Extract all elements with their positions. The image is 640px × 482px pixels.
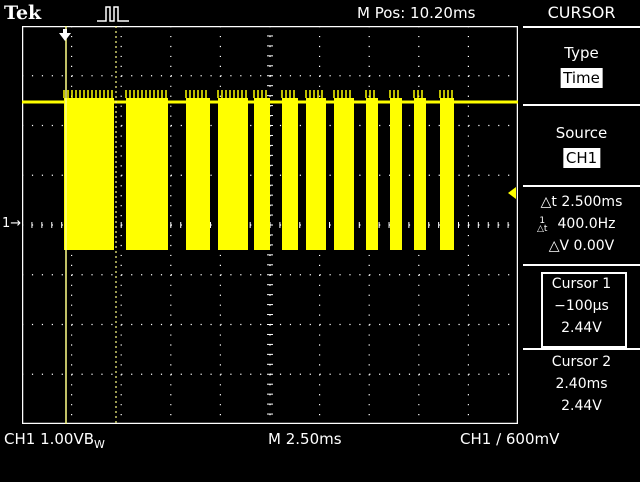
waveform-burst (390, 98, 402, 250)
trigger-position-marker (59, 29, 71, 41)
waveform-burst (218, 98, 248, 250)
timebase-readout: M 2.50ms (268, 430, 342, 448)
graticule (22, 26, 518, 424)
cursor1-voltage: 2.44V (561, 320, 602, 336)
oscilloscope-screen: Tek M Pos: 10.20ms CURSOR 1→ Type Time S… (0, 0, 640, 482)
type-value-button[interactable]: Time (560, 68, 603, 88)
waveform-burst (440, 98, 454, 250)
cursor-menu: Type Time Source CH1 △t 2.500ms 1 △t 400.… (523, 26, 640, 424)
cursor2-label[interactable]: Cursor 2 (523, 354, 640, 370)
menu-separator (523, 348, 640, 350)
trigger-readout: CH1 ∕ 600mV (460, 430, 560, 448)
frequency-readout: 1 △t 400.0Hz (523, 216, 640, 234)
waveform-burst (282, 98, 298, 250)
waveform-burst (414, 98, 426, 250)
menu-separator (523, 264, 640, 266)
source-label: Source (555, 124, 608, 142)
waveform-burst (306, 98, 326, 250)
one-over-delta-t-icon: 1 △t (537, 216, 548, 234)
waveform-burst (334, 98, 354, 250)
trigger-level-marker (508, 187, 516, 199)
cursor2-voltage: 2.44V (561, 398, 602, 414)
delta-v-readout: △V 0.00V (548, 238, 615, 254)
m-pos-readout: M Pos: 10.20ms (357, 4, 476, 22)
menu-separator (523, 185, 640, 187)
cursor1-time: −100µs (554, 298, 609, 314)
waveform-burst (186, 98, 210, 250)
frequency-value: 400.0Hz (557, 216, 616, 232)
menu-title: CURSOR (547, 3, 616, 22)
pulse-trigger-icon (97, 6, 129, 22)
waveform-burst (64, 98, 114, 250)
ch1-ground-marker: 1→ (2, 216, 22, 231)
waveform-burst (366, 98, 378, 250)
bandwidth-limit-indicator: W (94, 438, 105, 451)
ch1-scale-readout: CH1 1.00VBW (4, 430, 105, 451)
brand-logo: Tek (4, 2, 42, 24)
ch1-scale: CH1 1.00VB (4, 430, 95, 448)
waveform-burst (254, 98, 270, 250)
menu-separator (523, 26, 640, 28)
delta-t-readout: △t 2.500ms (540, 194, 623, 210)
cursor2-time: 2.40ms (555, 376, 608, 392)
waveform-burst (126, 98, 168, 250)
waveform-display (22, 26, 518, 424)
source-value-button[interactable]: CH1 (562, 148, 601, 168)
type-label: Type (564, 44, 599, 62)
cursor1-label: Cursor 1 (551, 276, 612, 292)
menu-separator (523, 104, 640, 106)
